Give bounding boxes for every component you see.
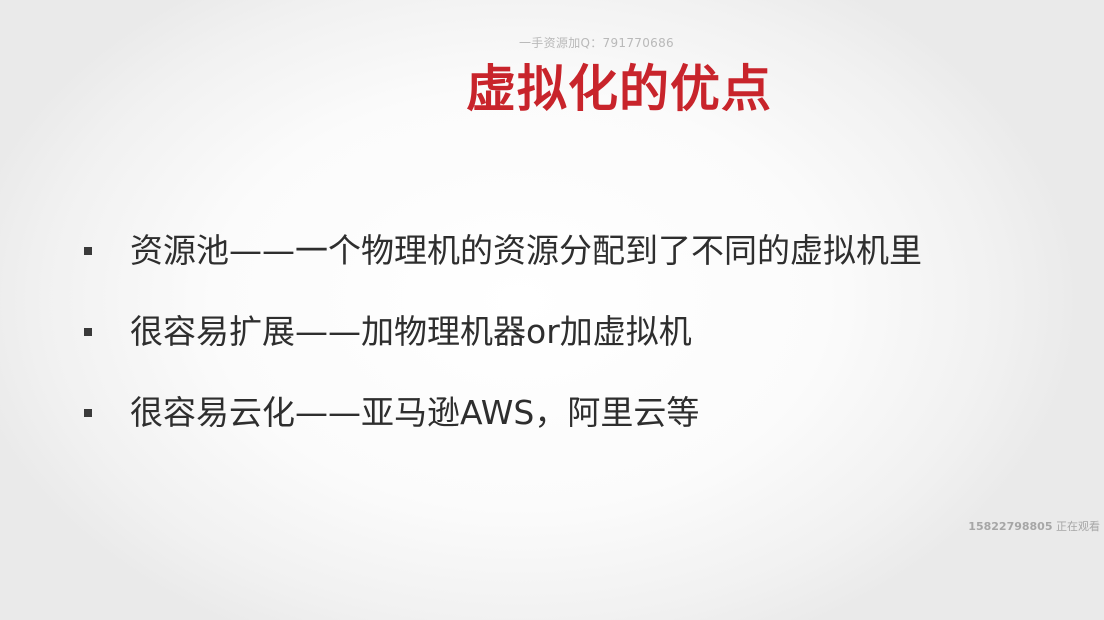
contact-watermark: 一手资源加Q：791770686 — [519, 36, 674, 50]
bullet-text: 很容易云化——亚马逊AWS，阿里云等 — [130, 393, 700, 432]
bullet-item: 很容易云化——亚马逊AWS，阿里云等 — [84, 386, 922, 440]
viewer-watermark: 15822798805 正在观看 — [968, 518, 1100, 534]
presentation-slide: 一手资源加Q：791770686 虚拟化的优点 资源池——一个物理机的资源分配到… — [0, 0, 1104, 620]
bullet-item: 资源池——一个物理机的资源分配到了不同的虚拟机里 — [84, 224, 922, 278]
square-bullet-icon — [84, 328, 92, 336]
square-bullet-icon — [84, 247, 92, 255]
square-bullet-icon — [84, 409, 92, 417]
bullet-item: 很容易扩展——加物理机器or加虚拟机 — [84, 305, 922, 359]
bullet-text: 资源池——一个物理机的资源分配到了不同的虚拟机里 — [130, 231, 922, 270]
bullet-text: 很容易扩展——加物理机器or加虚拟机 — [130, 312, 692, 351]
viewer-status: 正在观看 — [1056, 520, 1100, 533]
slide-title: 虚拟化的优点 — [466, 60, 772, 118]
bullet-list: 资源池——一个物理机的资源分配到了不同的虚拟机里 很容易扩展——加物理机器or加… — [84, 224, 922, 440]
viewer-id: 15822798805 — [968, 520, 1053, 533]
